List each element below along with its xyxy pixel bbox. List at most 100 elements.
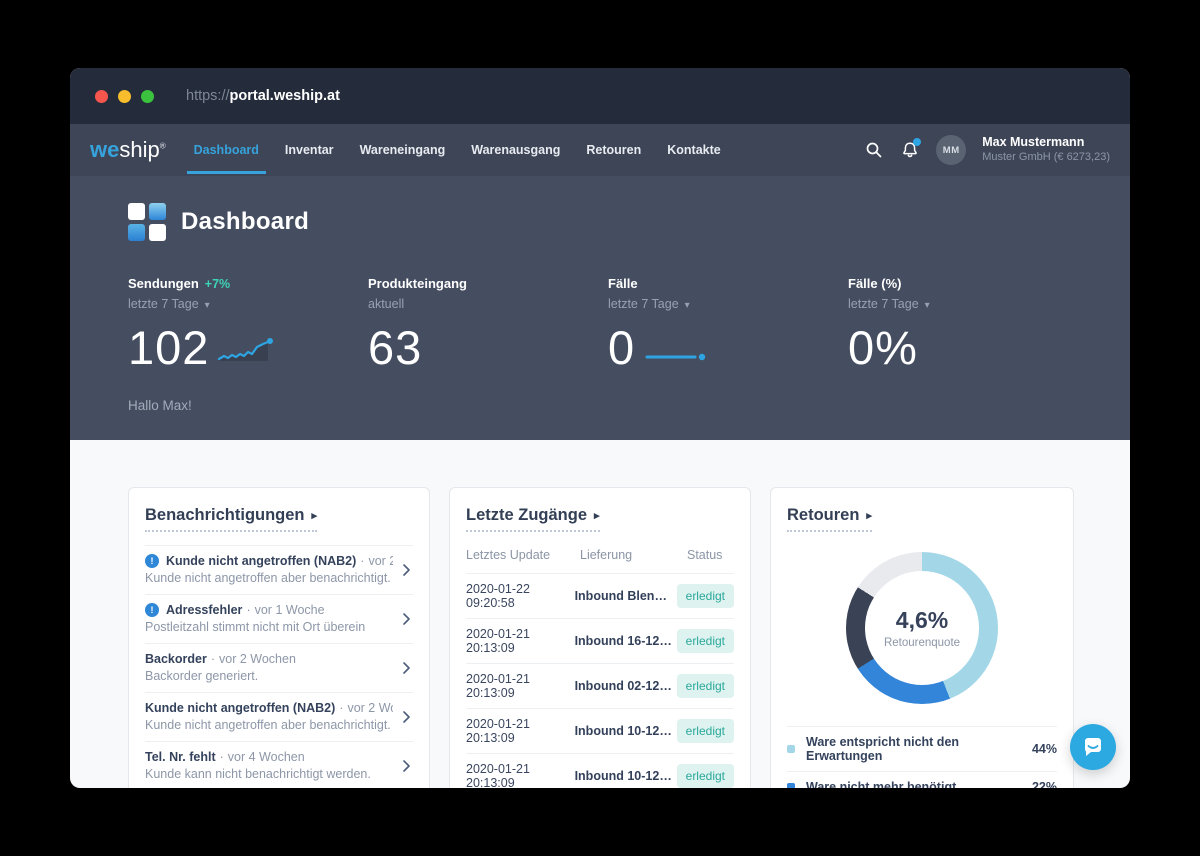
list-item[interactable]: Backorder·vor 2 Wochen Backorder generie… <box>145 644 413 693</box>
list-item[interactable]: Tel. Nr. fehlt·vor 4 Wochen Kunde kann n… <box>145 742 413 788</box>
row-delivery: Inbound 02-12-20… <box>575 679 674 693</box>
search-icon[interactable] <box>864 140 884 160</box>
notification-title: Kunde nicht angetroffen (NAB2) <box>145 701 335 715</box>
table-row[interactable]: 2020-01-22 09:20:58 Inbound Blender… erl… <box>466 574 734 619</box>
legend-percent: 22% <box>1032 780 1057 788</box>
url-scheme: https:// <box>186 88 230 104</box>
stat-period-dropdown[interactable]: letzte 7 Tage <box>848 297 1088 311</box>
content-area: Benachrichtigungen Kunde nicht angetroff… <box>70 440 1130 788</box>
legend-item: Ware nicht mehr benötigt 22% <box>787 772 1057 788</box>
stat-value: 0% <box>848 324 918 371</box>
donut-center-value: 4,6% <box>896 607 948 634</box>
notifications-bell-icon[interactable] <box>900 140 920 160</box>
row-delivery: Inbound 16-12-20… <box>575 634 674 648</box>
dashboard-grid-icon <box>128 203 166 241</box>
nav-item-dashboard[interactable]: Dashboard <box>194 143 259 157</box>
notification-title: Backorder <box>145 652 207 666</box>
navbar-right: MM Max Mustermann Muster GmbH (€ 6273,23… <box>864 135 1110 165</box>
user-company: Muster GmbH (€ 6273,23) <box>982 151 1110 165</box>
separator: · <box>220 750 224 764</box>
url-host: portal.weship.at <box>230 88 340 104</box>
table-row[interactable]: 2020-01-21 20:13:09 Inbound 10-12-20… er… <box>466 709 734 754</box>
table-row[interactable]: 2020-01-21 20:13:09 Inbound 02-12-20… er… <box>466 664 734 709</box>
status-badge: erledigt <box>677 674 734 698</box>
returns-donut-wrap: 4,6% Retourenquote <box>846 552 998 704</box>
legend-swatch <box>787 745 795 753</box>
list-item[interactable]: Kunde nicht angetroffen (NAB2)·vor 2 Stu… <box>145 546 413 595</box>
chevron-right-icon <box>399 709 413 725</box>
notification-desc: Kunde nicht angetroffen aber benachricht… <box>145 718 393 732</box>
row-update: 2020-01-21 20:13:09 <box>466 717 575 745</box>
notification-time: vor 2 Stunden <box>368 554 393 568</box>
returns-card: Retouren 4,6% Retourenquote Ware entspri… <box>770 487 1074 788</box>
greeting-text: Hallo Max! <box>128 398 192 413</box>
notification-desc: Kunde kann nicht benachrichtigt werden. <box>145 767 393 781</box>
nav-item-warenausgang[interactable]: Warenausgang <box>471 143 560 157</box>
donut-legend: Ware entspricht nicht den Erwartungen 44… <box>787 726 1057 788</box>
main-navbar: weship® Dashboard Inventar Wareneingang … <box>70 124 1130 176</box>
sendungen-sparkline <box>217 335 277 367</box>
legend-item: Ware entspricht nicht den Erwartungen 44… <box>787 727 1057 772</box>
chat-widget-button[interactable] <box>1070 724 1116 770</box>
chat-bubble-icon <box>1081 735 1105 759</box>
stat-period-dropdown[interactable]: letzte 7 Tage <box>608 297 848 311</box>
stat-label: Sendungen <box>128 276 199 291</box>
separator: · <box>360 554 364 568</box>
separator: · <box>246 603 250 617</box>
stat-delta: +7% <box>205 277 230 291</box>
col-header-status: Status <box>684 548 734 562</box>
status-badge: erledigt <box>677 764 734 788</box>
col-header-delivery: Lieferung <box>580 548 684 562</box>
separator: · <box>211 652 215 666</box>
nav-item-wareneingang[interactable]: Wareneingang <box>360 143 446 157</box>
col-header-update: Letztes Update <box>466 548 580 562</box>
weship-logo[interactable]: weship® <box>90 137 166 163</box>
address-bar[interactable]: https://portal.weship.at <box>186 88 340 104</box>
row-update: 2020-01-21 20:13:09 <box>466 762 575 788</box>
page-title: Dashboard <box>181 208 309 236</box>
nav-item-retouren[interactable]: Retouren <box>586 143 641 157</box>
table-row[interactable]: 2020-01-21 20:13:09 Inbound 10-12-20… er… <box>466 754 734 788</box>
alert-icon <box>145 554 159 568</box>
list-item[interactable]: Adressfehler·vor 1 Woche Postleitzahl st… <box>145 595 413 644</box>
avatar[interactable]: MM <box>936 135 966 165</box>
notification-time: vor 2 Wochen <box>347 701 393 715</box>
stat-sendungen: Sendungen +7% letzte 7 Tage 102 <box>128 276 368 371</box>
browser-titlebar: https://portal.weship.at <box>70 68 1130 124</box>
stat-period-dropdown[interactable]: letzte 7 Tage <box>128 297 368 311</box>
row-update: 2020-01-21 20:13:09 <box>466 627 575 655</box>
notification-time: vor 2 Wochen <box>219 652 296 666</box>
row-delivery: Inbound Blender… <box>575 589 674 603</box>
page-head: Dashboard <box>128 203 309 241</box>
row-update: 2020-01-22 09:20:58 <box>466 582 575 610</box>
returns-card-title[interactable]: Retouren <box>787 506 872 532</box>
list-item[interactable]: Kunde nicht angetroffen (NAB2) · vor 2 Woc… <box>145 693 413 742</box>
nav-item-inventar[interactable]: Inventar <box>285 143 334 157</box>
recent-entries-card-title[interactable]: Letzte Zugänge <box>466 506 600 532</box>
nav-item-kontakte[interactable]: Kontakte <box>667 143 720 157</box>
notification-time: vor 4 Wochen <box>228 750 305 764</box>
notification-desc: Postleitzahl stimmt nicht mit Ort überei… <box>145 620 393 634</box>
recent-entries-card: Letzte Zugänge Letztes Update Lieferung … <box>449 487 751 788</box>
logo-registered-mark: ® <box>160 142 166 151</box>
user-name: Max Mustermann <box>982 135 1110 151</box>
stat-label: Fälle <box>608 276 638 291</box>
legend-label: Ware nicht mehr benötigt <box>806 780 1032 788</box>
close-window-icon[interactable] <box>95 90 108 103</box>
window-controls <box>95 90 154 103</box>
separator: · <box>339 701 343 715</box>
logo-part-we: we <box>90 137 119 162</box>
status-badge: erledigt <box>677 584 734 608</box>
status-badge: erledigt <box>677 719 734 743</box>
notifications-card-title[interactable]: Benachrichtigungen <box>145 506 317 532</box>
user-meta[interactable]: Max Mustermann Muster GmbH (€ 6273,23) <box>982 135 1110 164</box>
maximize-window-icon[interactable] <box>141 90 154 103</box>
table-row[interactable]: 2020-01-21 20:13:09 Inbound 16-12-20… er… <box>466 619 734 664</box>
stat-value: 102 <box>128 324 209 371</box>
minimize-window-icon[interactable] <box>118 90 131 103</box>
nav-menu: Dashboard Inventar Wareneingang Warenaus… <box>194 143 721 157</box>
stat-sublabel: aktuell <box>368 297 608 311</box>
notification-title: Adressfehler <box>166 603 242 617</box>
chevron-right-icon <box>399 611 413 627</box>
table-header: Letztes Update Lieferung Status <box>466 548 734 574</box>
